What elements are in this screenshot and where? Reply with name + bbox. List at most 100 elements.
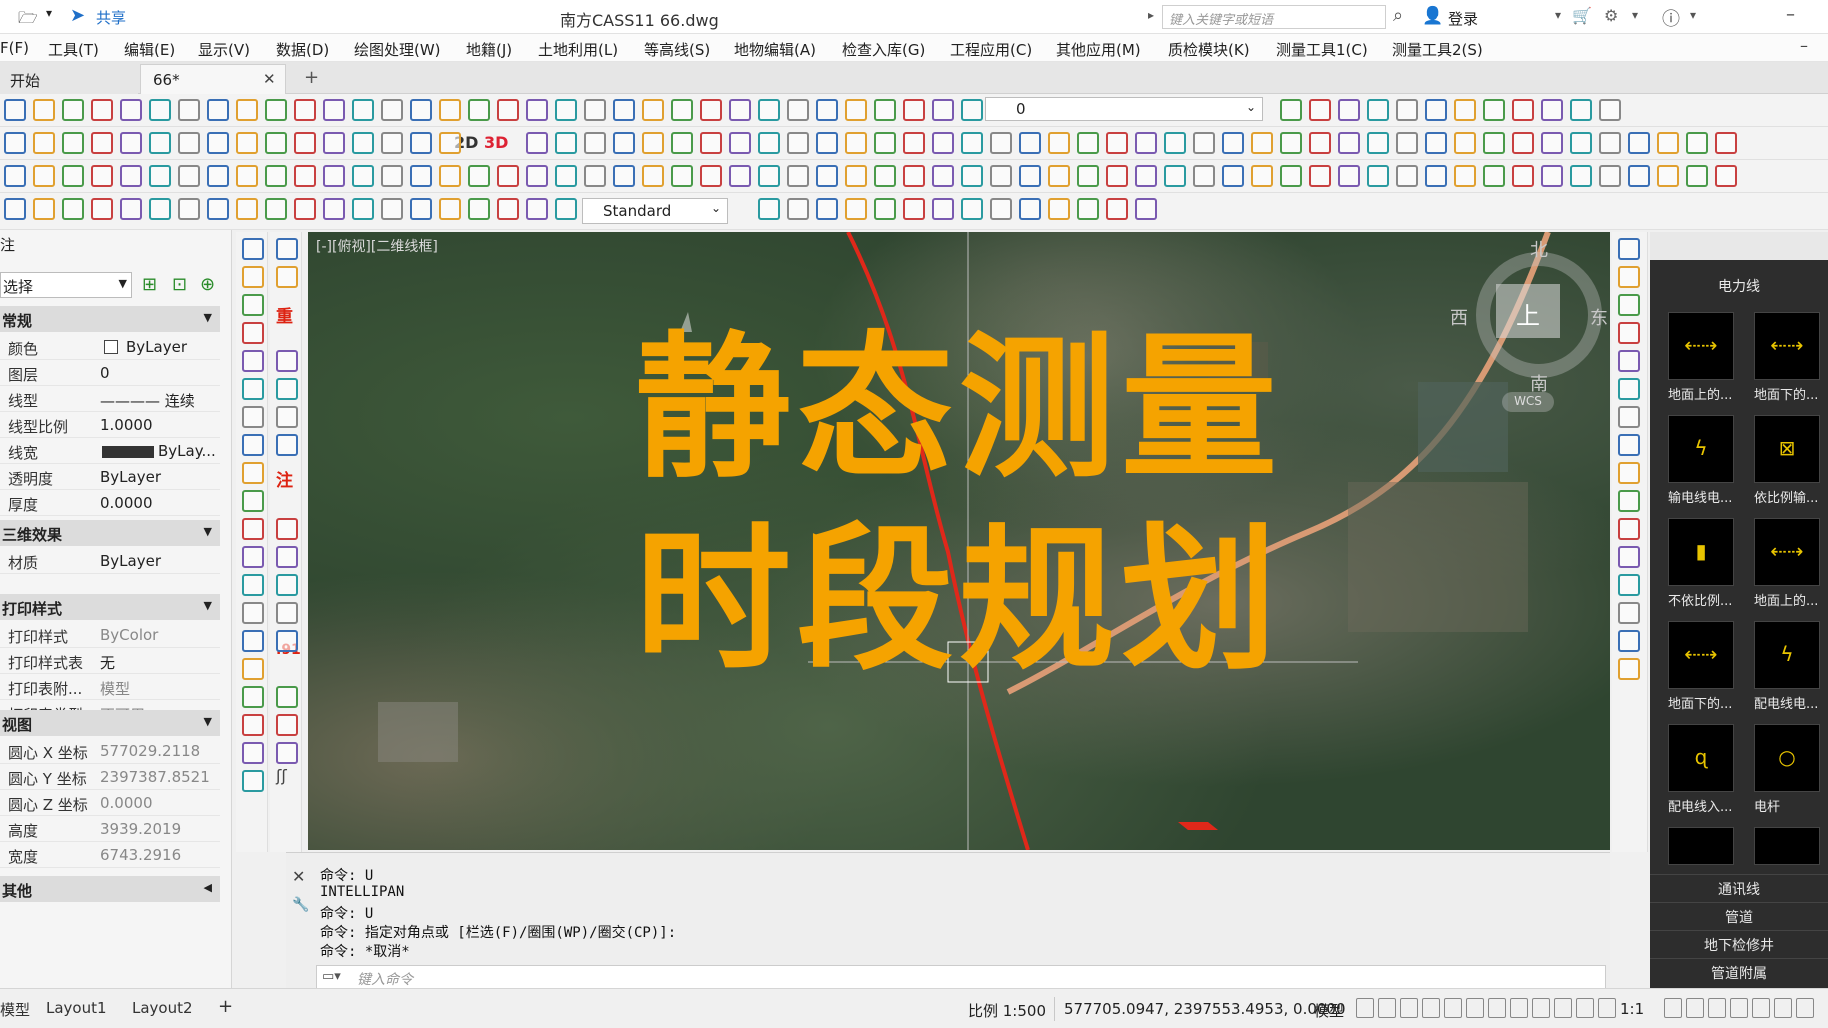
layer-dropdown[interactable]: 0 ⌄ [985, 97, 1263, 121]
vertical-tool-icon[interactable] [242, 686, 264, 708]
property-value[interactable]: 2397387.8521 [100, 768, 210, 786]
toolbar-tool-icon[interactable] [352, 132, 374, 154]
toolbar-tool-icon[interactable] [149, 99, 171, 121]
toolbar-tool-icon[interactable] [1135, 198, 1157, 220]
vertical-tool-icon[interactable] [276, 350, 298, 372]
toolbar-tool-icon[interactable] [1541, 132, 1563, 154]
toolbar-tool-icon[interactable] [1570, 165, 1592, 187]
toolbar-tool-icon[interactable] [1715, 165, 1737, 187]
toolbar-tool-icon[interactable] [1048, 132, 1070, 154]
menu-edit[interactable]: 编辑(E) [124, 39, 175, 60]
toolbar-tool-icon[interactable] [1628, 165, 1650, 187]
toolbar-tool-icon[interactable] [990, 198, 1012, 220]
toolbar-tool-icon[interactable] [1599, 132, 1621, 154]
status-toggle-icon[interactable] [1752, 998, 1770, 1018]
toolbar-tool-icon[interactable] [33, 165, 55, 187]
toolbar-tool-icon[interactable] [1222, 165, 1244, 187]
toolbar-tool-icon[interactable] [91, 198, 113, 220]
toolbar-tool-icon[interactable] [294, 132, 316, 154]
toolbar-tool-icon[interactable] [1019, 132, 1041, 154]
toolbar-tool-icon[interactable] [468, 165, 490, 187]
toolbar-tool-icon[interactable] [1338, 132, 1360, 154]
vertical-tool-icon[interactable] [242, 518, 264, 540]
menu-feature-edit[interactable]: 地物编辑(A) [734, 39, 816, 60]
toolbar-tool-icon[interactable] [555, 198, 577, 220]
vertical-tool-icon[interactable] [242, 462, 264, 484]
toolbar-tool-icon[interactable] [1106, 132, 1128, 154]
palette-tool-tile[interactable]: ⇠⇢ [1668, 312, 1734, 380]
toolbar-tool-icon[interactable] [816, 99, 838, 121]
toolbar-tool-icon[interactable] [700, 132, 722, 154]
property-row[interactable]: 打印样式表无 [0, 648, 220, 674]
menu-check[interactable]: 检查入库(G) [842, 39, 925, 60]
toolbar-tool-icon[interactable] [816, 198, 838, 220]
toolbar-tool-icon[interactable] [526, 99, 548, 121]
toolbar-tool-icon[interactable] [1396, 99, 1418, 121]
vertical-tool-icon[interactable] [242, 602, 264, 624]
toolbar-tool-icon[interactable] [729, 165, 751, 187]
toolbar-tool-icon[interactable] [903, 165, 925, 187]
section-view[interactable]: 视图 ▼ [0, 710, 220, 736]
menu-file[interactable]: F(F) [0, 39, 29, 57]
vertical-tool-icon[interactable] [1618, 434, 1640, 456]
login-dropdown-icon[interactable]: ▾ [1555, 8, 1561, 22]
property-value[interactable]: 无 [100, 652, 115, 673]
property-value[interactable]: ByLayer [126, 338, 187, 356]
status-toggle-icon[interactable] [1510, 998, 1528, 1018]
toolbar-tool-icon[interactable] [236, 99, 258, 121]
palette-tool-tile[interactable]: ⇠⇢ [1668, 621, 1734, 689]
toggle-pickadd-icon[interactable]: ⊕ [200, 274, 215, 295]
toolbar-tool-icon[interactable] [874, 165, 896, 187]
toolbar-tool-icon[interactable] [816, 165, 838, 187]
palette-tool-tile[interactable]: ϟ [1668, 415, 1734, 483]
toolbar-tool-icon[interactable] [1599, 165, 1621, 187]
toolbar-tool-icon[interactable] [787, 99, 809, 121]
palette-tool-tile[interactable]: ϟ [1754, 621, 1820, 689]
vertical-tool-icon[interactable] [1618, 490, 1640, 512]
toolbar-tool-icon[interactable] [874, 99, 896, 121]
toolbar-tool-icon[interactable] [265, 165, 287, 187]
property-row[interactable]: 透明度 ByLayer [0, 464, 220, 490]
toolbar-tool-icon[interactable] [787, 198, 809, 220]
toolbar-tool-icon[interactable] [352, 165, 374, 187]
share-icon[interactable]: ➤ [70, 5, 85, 26]
vertical-tool-icon[interactable] [1618, 630, 1640, 652]
toolbar-tool-icon[interactable] [236, 132, 258, 154]
palette-item-telecom[interactable]: 通讯线 [1650, 874, 1828, 900]
vertical-tool-icon[interactable] [242, 714, 264, 736]
section-misc[interactable]: 其他 ◀ [0, 876, 220, 902]
toolbar-tool-icon[interactable] [4, 198, 26, 220]
property-row[interactable]: 宽度 6743.2916 [0, 842, 220, 868]
close-icon[interactable]: ✕ [292, 867, 305, 886]
toolbar-tool-icon[interactable] [265, 132, 287, 154]
vertical-tool-icon[interactable] [242, 490, 264, 512]
vertical-tool-icon[interactable] [276, 602, 298, 624]
open-folder-icon[interactable]: 🗁 [18, 7, 38, 34]
vertical-tool-icon[interactable] [242, 322, 264, 344]
toolbar-tool-icon[interactable] [207, 132, 229, 154]
property-row[interactable]: 图层 0 [0, 360, 220, 386]
vertical-tool-icon[interactable] [276, 434, 298, 456]
toolbar-tool-icon[interactable] [1657, 132, 1679, 154]
toolbar-tool-icon[interactable] [323, 132, 345, 154]
quick-access-dropdown-icon[interactable]: ▾ [46, 6, 52, 20]
toolbar-tool-icon[interactable] [874, 198, 896, 220]
toolbar-tool-icon[interactable] [1367, 132, 1389, 154]
toolbar-tool-icon[interactable] [1077, 165, 1099, 187]
compass-west[interactable]: 西 [1450, 304, 1468, 330]
toolbar-tool-icon[interactable] [758, 99, 780, 121]
tab-start[interactable]: 开始 [0, 64, 138, 94]
toolbar-tool-icon[interactable] [990, 165, 1012, 187]
select-objects-icon[interactable]: ⊡ [172, 274, 187, 295]
help-icon[interactable]: ⓘ [1662, 5, 1680, 31]
toolbar-tool-icon[interactable] [613, 99, 635, 121]
toolbar-tool-icon[interactable] [178, 165, 200, 187]
vertical-tool-icon[interactable] [242, 574, 264, 596]
property-row[interactable]: 线型比例 1.0000 [0, 412, 220, 438]
menu-measure1[interactable]: 测量工具1(C) [1276, 39, 1368, 60]
status-toggle-icon[interactable] [1532, 998, 1550, 1018]
toolbar-tool-icon[interactable] [1657, 165, 1679, 187]
vertical-tool-icon[interactable] [1618, 322, 1640, 344]
vertical-tool-icon[interactable] [276, 686, 298, 708]
toolbar-tool-icon[interactable] [526, 165, 548, 187]
